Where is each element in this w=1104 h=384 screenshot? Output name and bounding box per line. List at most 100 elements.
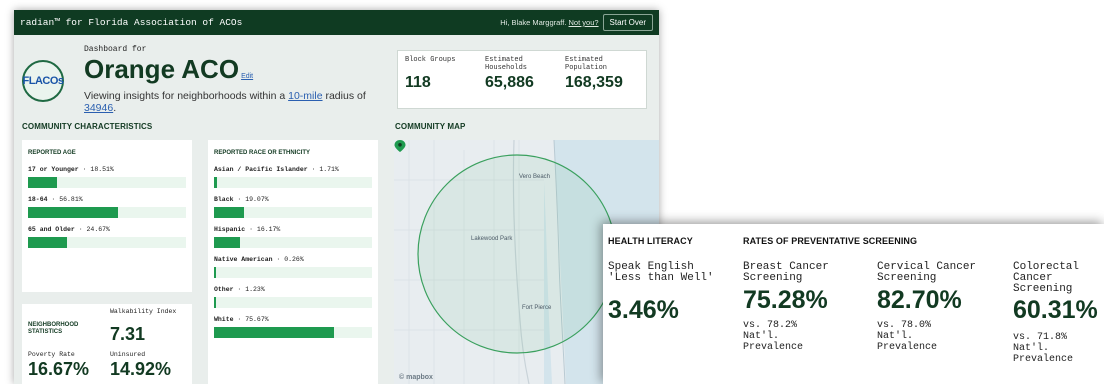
bar-category: Hispanic [214,226,246,233]
poverty-value: 16.67% [28,359,90,379]
dashboard-window: radian™ for Florida Association of ACOs … [14,10,659,384]
bar-track [214,237,372,248]
bar-category: White [214,316,234,323]
bar-value: 16.17% [256,226,281,233]
viewing-description: Viewing insights for neighborhoods withi… [84,90,384,114]
bar-category: Native American [214,256,273,263]
bar-value: 1.71% [319,166,339,173]
bar-label: Hispanic · 16.17% [214,226,281,233]
stat-value: 118 [405,74,431,91]
bar-row: Other · 1.23% [214,286,372,308]
bar-track [214,297,372,308]
bar-value: 18.51% [90,166,114,173]
bar-track [28,177,186,188]
bar-track [28,207,186,218]
summary-stats: Block Groups 118 Estimated Households 65… [397,50,647,109]
bar-value: 24.67% [86,226,110,233]
bar-fill [214,267,216,278]
cervical-screening-note: vs. 78.0% Nat'l. Prevalence [877,320,938,353]
bar-value: 1.23% [245,286,265,293]
bar-track [214,267,372,278]
bar-category: Asian / Pacific Islander [214,166,308,173]
bar-track [214,207,372,218]
bar-category: Black [214,196,234,203]
breast-screening-label: Breast Cancer Screening [743,261,829,284]
map-label-fortpierce: Fort Pierce [522,305,552,311]
colorectal-screening-note: vs. 71.8% Nat'l. Prevalence [1013,332,1074,365]
bar-label: Asian / Pacific Islander · 1.71% [214,166,339,173]
zip-link[interactable]: 34946 [84,102,113,114]
user-greeting: Hi, Blake Marggraff. Not you? [500,18,598,27]
not-you-link[interactable]: Not you? [569,18,599,27]
bar-fill [214,327,334,338]
bar-row: Asian / Pacific Islander · 1.71% [214,166,372,188]
colorectal-screening-value: 60.31% [1013,296,1098,324]
walkability-value: 7.31 [110,324,146,344]
stat-value: 65,886 [485,74,534,91]
race-ethnicity-card: REPORTED RACE OR ETHNICITY Asian / Pacif… [208,140,378,384]
bar-value: 0.26% [284,256,304,263]
bar-label: Other · 1.23% [214,286,265,293]
bar-fill [28,207,118,218]
breast-screening-value: 75.28% [743,286,828,314]
page-title: Orange ACO Edit [84,54,253,85]
stat-label: Estimated Population [565,56,608,72]
bar-fill [214,177,217,188]
greeting-text: Hi, Blake Marggraff. [500,18,567,27]
stat-block-groups: Block Groups 118 [402,56,482,103]
cervical-screening-label: Cervical Cancer Screening [877,261,977,284]
bar-row: White · 75.67% [214,316,372,338]
bar-category: 18-64 [28,196,48,203]
community-map-title: COMMUNITY MAP [395,122,466,131]
stat-value: 168,359 [565,74,623,91]
colorectal-screening-label: Colorectal Cancer Screening [1013,261,1080,295]
logo-text: FLACOs [22,75,65,87]
aco-logo: FLACOs [22,60,64,102]
stat-label: Estimated Households [485,56,528,72]
cervical-screening-value: 82.70% [877,286,962,314]
bar-label: Black · 19.07% [214,196,269,203]
bar-track [214,327,372,338]
bar-fill [214,297,216,308]
card-title: REPORTED RACE OR ETHNICITY [214,150,311,156]
bar-row: Hispanic · 16.17% [214,226,372,248]
health-literacy-label: Speak English 'Less than Well' [608,261,714,284]
edit-link[interactable]: Edit [241,73,253,80]
stat-label: Block Groups [405,56,456,64]
health-literacy-value: 3.46% [608,296,679,324]
walkability-label: Walkability Index [110,308,177,315]
bar-value: 19.07% [245,196,269,203]
top-bar: radian™ for Florida Association of ACOs … [14,10,659,35]
screening-window: HEALTH LITERACY RATES OF PREVENTATIVE SC… [603,224,1104,384]
screening-title: RATES OF PREVENTATIVE SCREENING [743,236,918,246]
bar-label: 18-64 · 56.81% [28,196,83,203]
bar-track [28,237,186,248]
bar-fill [214,207,245,218]
bar-row: Native American · 0.26% [214,256,372,278]
bar-category: 65 and Older [28,226,75,233]
health-literacy-title: HEALTH LITERACY [608,236,693,246]
bar-fill [214,237,240,248]
org-name: Orange ACO [84,54,240,84]
bar-category: Other [214,286,234,293]
viewing-prefix: Viewing insights for neighborhoods withi… [84,90,286,102]
bar-row: 18-64 · 56.81% [28,196,186,218]
viewing-suffix: . [113,102,117,114]
map-label-lakewood: Lakewood Park [471,236,513,242]
bar-row: 65 and Older · 24.67% [28,226,186,248]
neighborhood-statistics-card: NEIGHBORHOOD STATISTICS Walkability Inde… [22,304,192,384]
radius-link[interactable]: 10-mile [288,90,322,102]
start-over-button[interactable]: Start Over [602,14,653,31]
mapbox-attribution[interactable]: © mapbox [399,374,433,381]
bar-label: Native American · 0.26% [214,256,304,263]
bar-row: 17 or Younger · 18.51% [28,166,186,188]
bar-value: 75.67% [245,316,269,323]
stat-households: Estimated Households 65,886 [482,56,562,103]
stat-population: Estimated Population 168,359 [562,56,642,103]
bar-fill [28,177,58,188]
card-title: REPORTED AGE [28,150,76,156]
map-label-vero: Vero Beach [519,174,551,180]
location-pin-icon [394,140,406,152]
bar-label: 65 and Older · 24.67% [28,226,110,233]
community-characteristics-title: COMMUNITY CHARACTERISTICS [22,122,153,131]
